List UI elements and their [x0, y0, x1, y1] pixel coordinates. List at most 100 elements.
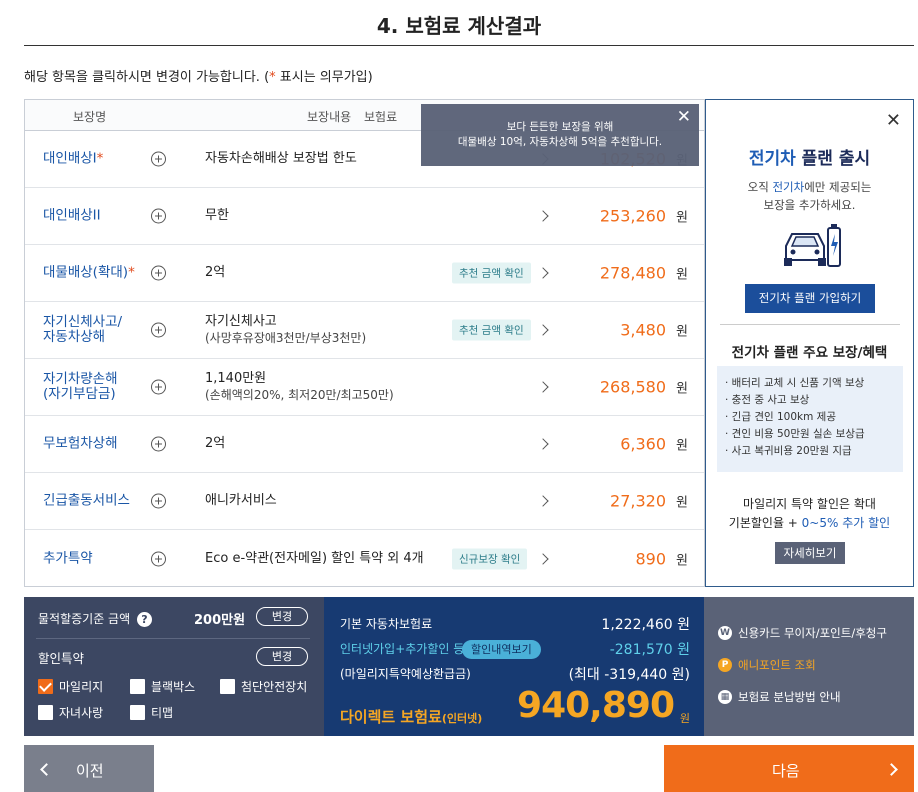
row-text: 대인배상I	[43, 150, 97, 167]
expand-plus-icon[interactable]	[151, 265, 166, 281]
checkbox-icon[interactable]	[130, 679, 145, 694]
coverage-name[interactable]: 긴급출동서비스	[43, 493, 130, 509]
coverage-name[interactable]: 대인배상I*	[43, 150, 103, 167]
payment-link-label: 보험료 분납방법 안내	[738, 690, 841, 704]
payment-item-icon: W	[718, 626, 732, 640]
direct-label-text: 다이렉트 보험료	[340, 708, 442, 726]
base-premium-value: 1,222,460 원	[601, 617, 690, 633]
ev-car-icon	[784, 224, 841, 267]
chevron-right-icon[interactable]	[537, 438, 549, 450]
close-icon[interactable]: ✕	[677, 109, 691, 126]
coverage-content[interactable]: 2억	[205, 436, 225, 452]
row-text: 추가특약	[43, 550, 93, 566]
prev-label: 이전	[76, 762, 104, 780]
ev-plan-join-button[interactable]: 전기차 플랜 가입하기	[745, 284, 875, 313]
row-text: 자동차손해배상 보장법 한도	[205, 151, 357, 166]
row-text: 자기신체사고	[205, 314, 277, 329]
coverage-content[interactable]: 자동차손해배상 보장법 한도	[205, 151, 357, 167]
coverage-price: 253,260	[599, 206, 666, 226]
table-row[interactable]: 긴급출동서비스 애니카서비스 27,320 원	[25, 473, 704, 530]
discount-checkbox[interactable]: 첨단안전장치	[220, 679, 307, 695]
discount-details-button[interactable]: 할인내역보기	[462, 640, 541, 659]
coverage-content[interactable]: 자기신체사고 (사망후유장애3천만/부상3천만)	[205, 314, 366, 346]
chevron-right-icon[interactable]	[537, 324, 549, 336]
coverage-name[interactable]: 무보험차상해	[43, 436, 118, 452]
checkbox-icon[interactable]	[38, 705, 53, 720]
ev-title-highlight: 전기차	[748, 149, 796, 169]
currency-unit: 원	[676, 495, 688, 511]
coverage-content[interactable]: 2억	[205, 265, 225, 281]
change-discount-button[interactable]: 변경	[256, 647, 308, 666]
recommendation-tooltip: 보다 든든한 보장을 위해 대물배상 10억, 자동차상해 5억을 추천합니다.…	[421, 104, 699, 166]
help-icon[interactable]: ?	[136, 612, 152, 627]
tooltip-line2: 대물배상 10억, 자동차상해 5억을 추천합니다.	[457, 136, 663, 148]
coverage-name[interactable]: 자기차량손해 (자기부담금)	[43, 372, 118, 402]
header-content: 보장내용	[307, 110, 352, 124]
coverage-name[interactable]: 대인배상II	[43, 208, 101, 224]
coverage-content[interactable]: 무한	[205, 208, 229, 224]
expand-plus-icon[interactable]	[151, 322, 166, 338]
expand-plus-icon[interactable]	[151, 551, 166, 566]
recommend-badge[interactable]: 신규보장 확인	[452, 548, 528, 569]
row-text: (손해액의20%, 최저20만/최고50만)	[205, 388, 394, 402]
currency-unit: 원	[676, 210, 688, 226]
more-details-button[interactable]: 자세히보기	[775, 542, 845, 564]
table-row[interactable]: 대인배상II 무한 253,260 원	[25, 188, 704, 245]
checkbox-icon[interactable]	[130, 705, 145, 720]
coverage-name[interactable]: 추가특약	[43, 551, 93, 566]
row-text: (사망후유장애3천만/부상3천만)	[205, 331, 367, 345]
table-row[interactable]: 무보험차상해 2억 6,360 원	[25, 416, 704, 473]
row-text: 무한	[205, 208, 229, 223]
coverage-content[interactable]: Eco e-약관(전자메일) 할인 특약 외 4개	[205, 551, 424, 567]
payment-link[interactable]: ▦ 보험료 분납방법 안내	[718, 689, 841, 705]
coverage-name[interactable]: 자기신체사고/ 자동차상해	[43, 315, 122, 345]
discount-checkbox[interactable]: 블랙박스	[130, 679, 195, 695]
row-text: 자기신체사고/ 자동차상해	[43, 314, 123, 345]
chevron-right-icon[interactable]	[537, 552, 549, 565]
recommend-badge[interactable]: 추천 금액 확인	[452, 262, 531, 284]
expand-plus-icon[interactable]	[151, 379, 166, 395]
expand-plus-icon[interactable]	[151, 436, 166, 452]
table-row[interactable]: 추가특약 Eco e-약관(전자메일) 할인 특약 외 4개 신규보장 확인 890 원	[25, 530, 704, 587]
change-liability-button[interactable]: 변경	[256, 607, 308, 626]
coverage-table: 보장명 보장내용 보험료 대인배상I*자동차손해배상 보장법 한도102,520…	[24, 99, 705, 587]
payment-link[interactable]: W 신용카드 무이자/포인트/후청구	[718, 625, 887, 641]
ev-plan-desc: 오직 전기차에만 제공되는 보장을 추가하세요.	[706, 178, 913, 214]
benefit-item: · 견인 비용 50만원 실손 보상급	[725, 428, 865, 440]
row-text: 1,140만원	[205, 371, 267, 386]
payment-link[interactable]: P 애니포인트 조회	[718, 657, 816, 673]
coverage-content[interactable]: 애니카서비스	[205, 493, 277, 509]
benefit-item: · 충전 중 사고 보상	[725, 394, 810, 406]
discount-checkbox[interactable]: 티맵	[130, 705, 173, 721]
chevron-left-icon	[40, 763, 53, 776]
coverage-price: 268,580	[599, 377, 666, 397]
row-text: 2억	[205, 265, 226, 280]
prev-button[interactable]: 이전	[24, 745, 154, 792]
chevron-right-icon[interactable]	[537, 267, 549, 279]
expand-plus-icon[interactable]	[151, 208, 166, 224]
table-row[interactable]: 대물배상(확대)* 2억 추천 금액 확인 278,480 원	[25, 245, 704, 302]
close-icon[interactable]: ✕	[886, 110, 901, 131]
expand-plus-icon[interactable]	[151, 151, 166, 167]
chevron-right-icon[interactable]	[537, 381, 549, 393]
total-won: 원	[679, 712, 690, 725]
table-row[interactable]: 자기신체사고/ 자동차상해 자기신체사고 (사망후유장애3천만/부상3천만) 추천 금…	[25, 302, 704, 359]
next-button[interactable]: 다음	[664, 745, 914, 792]
payment-link-label: 신용카드 무이자/포인트/후청구	[738, 626, 887, 640]
coverage-name[interactable]: 대물배상(확대)*	[43, 265, 135, 281]
chevron-right-icon[interactable]	[537, 495, 549, 507]
next-label: 다음	[772, 762, 800, 780]
recommend-badge[interactable]: 추천 금액 확인	[452, 319, 531, 341]
checkbox-icon[interactable]	[38, 679, 53, 694]
checkbox-icon[interactable]	[220, 679, 235, 694]
discount-checkbox[interactable]: 자녀사랑	[38, 705, 103, 721]
coverage-content[interactable]: 1,140만원 (손해액의20%, 최저20만/최고50만)	[205, 371, 394, 403]
mileage-refund-value: (최대 -319,440 원)	[568, 667, 690, 683]
expand-plus-icon[interactable]	[151, 493, 166, 509]
chevron-right-icon[interactable]	[537, 210, 549, 222]
payment-item-icon: ▦	[718, 690, 732, 704]
discount-checkbox[interactable]: 마일리지	[38, 679, 103, 695]
table-row[interactable]: 자기차량손해 (자기부담금) 1,140만원 (손해액의20%, 최저20만/최고5…	[25, 359, 704, 416]
desc-line2: 보장을 추가하세요.	[763, 198, 856, 212]
ev-benefits-list: · 배터리 교체 시 신품 기액 보상 · 충전 중 사고 보상 · 긴급 견인 1…	[717, 366, 903, 472]
